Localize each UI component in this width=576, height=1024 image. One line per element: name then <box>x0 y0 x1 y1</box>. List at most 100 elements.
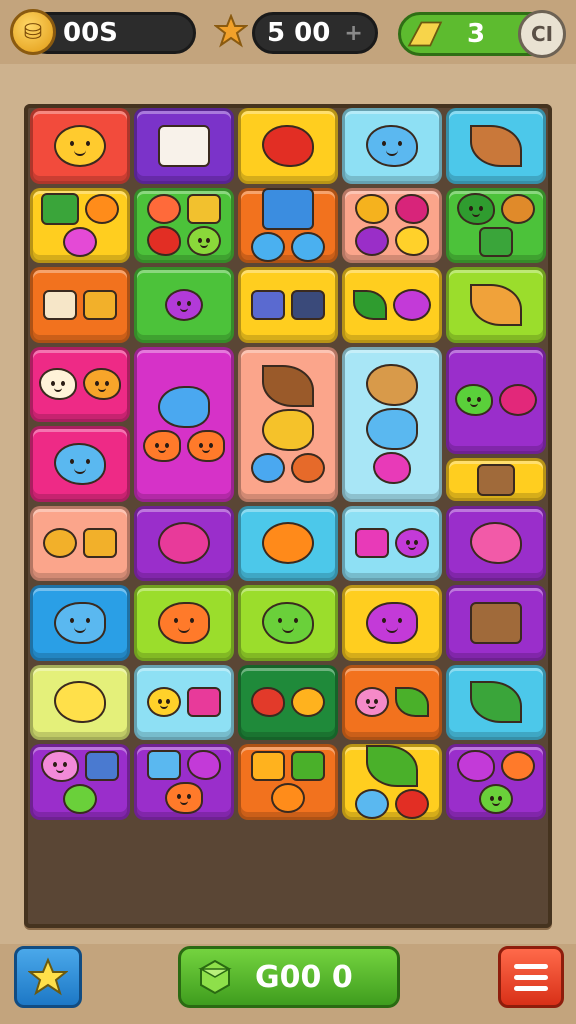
blue-ornament-icon <box>251 232 285 263</box>
phone-device-icon <box>291 289 325 320</box>
leaf-icon <box>353 289 387 320</box>
cookie-icon <box>43 528 77 559</box>
retro-tv-icon <box>477 463 515 496</box>
cream-cloud-icon <box>39 368 77 401</box>
game-tile[interactable] <box>30 346 130 422</box>
blue-creature-icon <box>366 124 418 167</box>
game-tile[interactable] <box>342 187 442 263</box>
orange-fish-icon <box>165 781 203 814</box>
game-tile[interactable] <box>342 744 442 820</box>
game-tile[interactable] <box>446 505 546 581</box>
coin-count: 00S <box>63 18 118 48</box>
coin-icon: ⛁ <box>10 9 56 55</box>
cookie-icon <box>366 364 418 406</box>
game-tile[interactable] <box>30 187 130 263</box>
smiley-face-icon <box>54 124 106 167</box>
game-tile[interactable] <box>134 664 234 740</box>
star-icon <box>28 957 68 996</box>
star-powerup-button[interactable] <box>14 946 82 1008</box>
green-leaf-icon <box>470 681 522 724</box>
orange-ball-icon <box>501 750 535 781</box>
game-tile[interactable] <box>446 346 546 454</box>
game-tile[interactable] <box>30 664 130 740</box>
game-tile[interactable] <box>446 744 546 820</box>
game-tile[interactable] <box>342 108 442 184</box>
game-tile[interactable] <box>134 744 234 820</box>
menu-line <box>514 974 548 980</box>
blue-balloon-icon <box>355 788 389 819</box>
yellow-orange-icon <box>291 687 325 718</box>
pink-card-icon <box>355 528 389 559</box>
game-tile[interactable] <box>134 505 234 581</box>
game-tile[interactable] <box>238 664 338 740</box>
green-pea-icon <box>479 783 513 814</box>
strawberry-icon <box>147 226 181 257</box>
strawberry-icon <box>262 124 314 167</box>
game-tile[interactable] <box>30 267 130 343</box>
game-tile[interactable] <box>446 664 546 740</box>
game-board <box>24 104 552 928</box>
menu-button[interactable] <box>498 946 564 1008</box>
plum-icon <box>355 226 389 257</box>
game-tile[interactable] <box>342 267 442 343</box>
game-tile[interactable] <box>238 346 338 502</box>
game-tile[interactable] <box>134 108 234 184</box>
game-tile[interactable] <box>238 187 338 263</box>
pink-flower-icon <box>63 227 97 258</box>
game-tile[interactable] <box>446 187 546 263</box>
purple-gem-icon <box>187 749 221 780</box>
game-tile[interactable] <box>446 457 546 502</box>
game-tile[interactable] <box>30 426 130 502</box>
pink-peach-icon <box>355 687 389 718</box>
score-value: 5 00 <box>267 18 331 48</box>
add-score-button[interactable]: + <box>344 21 362 46</box>
orange-flower-icon <box>85 194 119 225</box>
purple-fish-icon <box>366 601 418 644</box>
blue-fish-icon <box>54 601 106 644</box>
purple-dumbbell-icon <box>165 288 203 321</box>
pink-onion-icon <box>373 452 411 484</box>
bottle-icon <box>85 750 119 781</box>
brown-seed-icon <box>262 365 314 407</box>
game-tile[interactable] <box>134 267 234 343</box>
game-tile[interactable] <box>342 505 442 581</box>
game-tile[interactable] <box>134 585 234 661</box>
green-grid-box-icon <box>479 227 513 258</box>
game-tile[interactable] <box>30 108 130 184</box>
game-tile[interactable] <box>446 585 546 661</box>
pink-jar-icon <box>187 687 221 718</box>
go-button[interactable]: G00 0 <box>178 946 400 1008</box>
green-cube-icon <box>198 959 232 995</box>
game-tile[interactable] <box>30 505 130 581</box>
game-tile[interactable] <box>446 108 546 184</box>
blue-fish-icon <box>366 408 418 450</box>
game-tile[interactable] <box>446 267 546 343</box>
game-tile[interactable] <box>238 505 338 581</box>
tag-label-icon <box>43 289 77 320</box>
game-tile[interactable] <box>342 346 442 502</box>
game-tile[interactable] <box>238 585 338 661</box>
broccoli-icon <box>457 193 495 226</box>
game-tile[interactable] <box>30 744 130 820</box>
game-tile[interactable] <box>342 585 442 661</box>
game-tile[interactable] <box>238 744 338 820</box>
pink-mouse-icon <box>41 749 79 782</box>
game-tile[interactable] <box>134 346 234 502</box>
green-card-icon <box>291 750 325 781</box>
book-pages-icon <box>158 124 210 167</box>
lives-count: 3 <box>467 19 486 49</box>
bread-loaf-icon <box>470 124 522 167</box>
pink-heart-icon <box>470 522 522 565</box>
menu-line <box>514 985 548 991</box>
game-tile[interactable] <box>342 664 442 740</box>
go-label: G00 0 <box>255 959 353 995</box>
sunflower-icon <box>262 522 314 565</box>
melon-icon <box>63 783 97 814</box>
game-tile[interactable] <box>238 108 338 184</box>
game-tile[interactable] <box>30 585 130 661</box>
game-tile[interactable] <box>238 267 338 343</box>
pause-button[interactable]: CI <box>518 10 566 58</box>
rose-icon <box>499 384 537 417</box>
calculator-icon <box>251 289 285 320</box>
game-tile[interactable] <box>134 187 234 263</box>
